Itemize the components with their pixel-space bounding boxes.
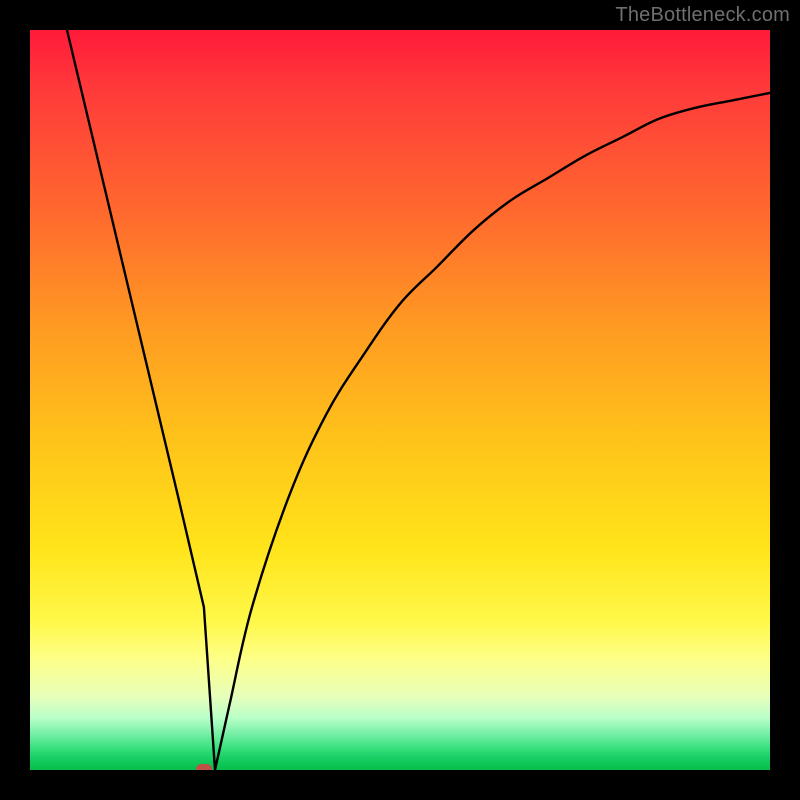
plot-area [30, 30, 770, 770]
chart-frame: TheBottleneck.com [0, 0, 800, 800]
optimal-marker [196, 764, 212, 770]
attribution-text: TheBottleneck.com [615, 4, 790, 27]
curve-svg [30, 30, 770, 770]
bottleneck-curve [67, 30, 770, 770]
